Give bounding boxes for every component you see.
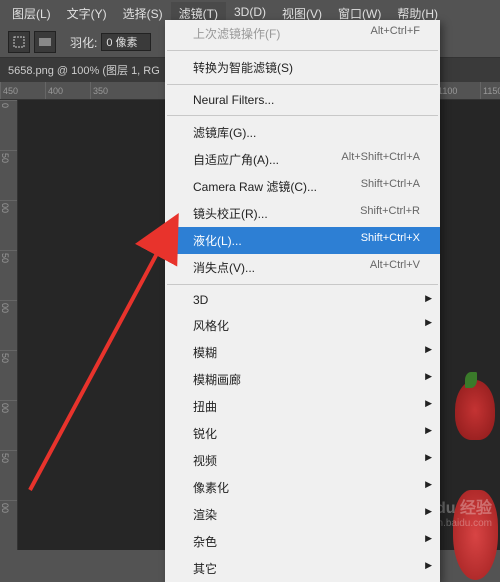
menu-separator: [167, 50, 438, 51]
menu-item-label: Camera Raw 滤镜(C)...: [193, 178, 317, 195]
menu-item-label: 像素化: [193, 479, 229, 496]
feather-label: 羽化:: [70, 34, 97, 51]
submenu-arrow-icon: ▶: [425, 560, 432, 571]
submenu-arrow-icon: ▶: [425, 479, 432, 490]
menu-item[interactable]: 模糊画廊 ▶: [165, 366, 440, 393]
menu-item-label: 视频: [193, 452, 217, 469]
menu-item-label: 扭曲: [193, 398, 217, 415]
menu-item[interactable]: 模糊 ▶: [165, 339, 440, 366]
menu-separator: [167, 115, 438, 116]
menu-item[interactable]: 自适应广角(A)... Alt+Shift+Ctrl+A: [165, 146, 440, 173]
submenu-arrow-icon: ▶: [425, 533, 432, 544]
vertical-ruler: 0 50 00 50 00 50 00 50 00: [0, 100, 18, 550]
menu-item-label: 消失点(V)...: [193, 259, 255, 276]
menu-item-label: 3D: [193, 293, 208, 307]
ruler-tick: 00: [0, 500, 17, 513]
menu-item-label: 其它: [193, 560, 217, 577]
submenu-arrow-icon: ▶: [425, 425, 432, 436]
menu-item-label: 自适应广角(A)...: [193, 151, 279, 168]
menu-item-shortcut: Alt+Shift+Ctrl+A: [341, 151, 420, 168]
ruler-tick: 50: [0, 250, 17, 263]
menu-item-label: 滤镜库(G)...: [193, 124, 256, 141]
menu-separator: [167, 284, 438, 285]
menu-item[interactable]: 转换为智能滤镜(S): [165, 54, 440, 81]
submenu-arrow-icon: ▶: [425, 293, 432, 304]
ruler-tick: 450: [0, 82, 18, 99]
menu-item-label: 锐化: [193, 425, 217, 442]
menu-item-label: 镜头校正(R)...: [193, 205, 268, 222]
menu-item[interactable]: Neural Filters...: [165, 88, 440, 112]
ruler-tick: 1150: [480, 82, 500, 99]
submenu-arrow-icon: ▶: [425, 506, 432, 517]
menu-item-label: 上次滤镜操作(F): [193, 25, 280, 42]
ruler-tick: 0: [0, 100, 17, 108]
menu-item[interactable]: 3D ▶: [165, 288, 440, 312]
menu-item[interactable]: 渲染 ▶: [165, 501, 440, 528]
menu-item-shortcut: Shift+Ctrl+R: [360, 205, 420, 222]
ruler-tick: 00: [0, 400, 17, 413]
submenu-arrow-icon: ▶: [425, 371, 432, 382]
menu-item-label: 模糊: [193, 344, 217, 361]
menu-item[interactable]: 滤镜库(G)...: [165, 119, 440, 146]
menu-选择[interactable]: 选择(S): [115, 2, 171, 25]
menu-item[interactable]: 杂色 ▶: [165, 528, 440, 555]
ruler-tick: 00: [0, 300, 17, 313]
ruler-tick: 50: [0, 450, 17, 463]
menu-item[interactable]: 锐化 ▶: [165, 420, 440, 447]
tool-preset-button[interactable]: [8, 31, 30, 53]
tab-title: 5658.png @ 100% (图层 1, RG: [8, 65, 160, 77]
menu-文字[interactable]: 文字(Y): [59, 2, 115, 25]
menu-item[interactable]: 视频 ▶: [165, 447, 440, 474]
tool-option-button[interactable]: [34, 31, 56, 53]
menu-item-label: 模糊画廊: [193, 371, 241, 388]
submenu-arrow-icon: ▶: [425, 344, 432, 355]
menu-item-label: Neural Filters...: [193, 93, 274, 107]
ruler-tick: 400: [45, 82, 63, 99]
menu-item-label: 杂色: [193, 533, 217, 550]
menu-item-label: 风格化: [193, 317, 229, 334]
menu-item[interactable]: 其它 ▶: [165, 555, 440, 582]
menu-item-label: 液化(L)...: [193, 232, 242, 249]
menu-item[interactable]: 风格化 ▶: [165, 312, 440, 339]
ruler-tick: 350: [90, 82, 108, 99]
feather-input[interactable]: [101, 33, 151, 51]
ruler-tick: 50: [0, 150, 17, 163]
menu-item-shortcut: Shift+Ctrl+A: [361, 178, 420, 195]
menu-图层[interactable]: 图层(L): [4, 2, 59, 25]
submenu-arrow-icon: ▶: [425, 398, 432, 409]
menu-item[interactable]: 液化(L)... Shift+Ctrl+X: [165, 227, 440, 254]
menu-item-shortcut: Alt+Ctrl+F: [370, 25, 420, 42]
menu-item-label: 渲染: [193, 506, 217, 523]
menu-item: 上次滤镜操作(F) Alt+Ctrl+F: [165, 20, 440, 47]
menu-item-shortcut: Alt+Ctrl+V: [370, 259, 420, 276]
submenu-arrow-icon: ▶: [425, 452, 432, 463]
menu-item[interactable]: Camera Raw 滤镜(C)... Shift+Ctrl+A: [165, 173, 440, 200]
filter-menu-dropdown: 上次滤镜操作(F) Alt+Ctrl+F 转换为智能滤镜(S) Neural Filt…: [165, 20, 440, 582]
menu-item[interactable]: 像素化 ▶: [165, 474, 440, 501]
menu-separator: [167, 84, 438, 85]
menu-item-label: 转换为智能滤镜(S): [193, 59, 293, 76]
menu-item-shortcut: Shift+Ctrl+X: [361, 232, 420, 249]
ruler-tick: 00: [0, 200, 17, 213]
submenu-arrow-icon: ▶: [425, 317, 432, 328]
ruler-tick: 50: [0, 350, 17, 363]
menu-item[interactable]: 扭曲 ▶: [165, 393, 440, 420]
image-content: [450, 380, 500, 580]
menu-item[interactable]: 消失点(V)... Alt+Ctrl+V: [165, 254, 440, 281]
menu-item[interactable]: 镜头校正(R)... Shift+Ctrl+R: [165, 200, 440, 227]
